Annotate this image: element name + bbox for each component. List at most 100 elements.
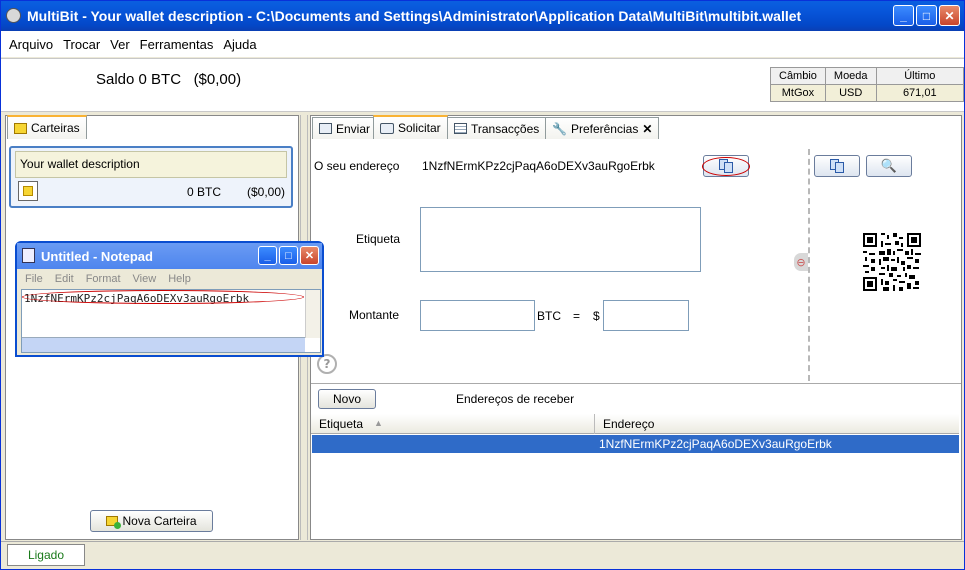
- connection-status: Ligado: [7, 544, 85, 566]
- multibit-app-icon: [6, 8, 21, 23]
- ticker-currency: USD: [824, 84, 877, 102]
- notepad-close-button[interactable]: ✕: [300, 246, 319, 265]
- window-title: MultiBit - Your wallet description - C:\…: [27, 8, 802, 24]
- notepad-text-area[interactable]: 1NzfNErmKPz2cjPaqA6oDEXv3auRgoErbk: [21, 289, 321, 353]
- ticker-header-exchange: Câmbio: [770, 67, 826, 85]
- btc-unit-label: BTC: [537, 309, 561, 323]
- wallet-description[interactable]: Your wallet description: [15, 151, 287, 178]
- column-etiqueta[interactable]: Etiqueta: [319, 417, 363, 431]
- notepad-menu-edit[interactable]: Edit: [55, 273, 74, 285]
- notepad-icon: [22, 248, 35, 263]
- currency-symbol: $: [593, 309, 600, 323]
- new-wallet-button[interactable]: Nova Carteira: [90, 510, 213, 532]
- multibit-window: MultiBit - Your wallet description - C:\…: [0, 0, 965, 570]
- menu-arquivo[interactable]: Arquivo: [9, 37, 53, 52]
- notepad-horizontal-scrollbar[interactable]: [22, 337, 305, 352]
- label-textarea[interactable]: [420, 207, 701, 272]
- menu-bar: Arquivo Trocar Ver Ferramentas Ajuda: [1, 31, 964, 57]
- new-address-label: Novo: [332, 392, 361, 406]
- notepad-vertical-scrollbar[interactable]: [305, 290, 320, 338]
- red-annotation-ellipse: [702, 157, 750, 176]
- new-address-button[interactable]: Novo: [318, 389, 376, 409]
- menu-ver[interactable]: Ver: [110, 37, 130, 52]
- notepad-menu-file[interactable]: File: [25, 273, 43, 285]
- status-bar: Ligado: [1, 541, 964, 569]
- balance-display: Saldo 0 BTC ($0,00): [96, 71, 241, 88]
- tab-transaccoes-label: Transacções: [471, 121, 540, 136]
- equals-sign: =: [573, 309, 581, 323]
- table-row[interactable]: 1NzfNErmKPz2cjPaqA6oDEXv3auRgoErbk: [312, 435, 959, 453]
- menu-trocar[interactable]: Trocar: [63, 37, 100, 52]
- notepad-title: Untitled - Notepad: [41, 248, 153, 264]
- ticker-header-last: Último: [875, 67, 965, 85]
- notepad-window[interactable]: Untitled - Notepad _ □ ✕ File Edit Forma…: [15, 241, 324, 357]
- ticker-exchange: MtGox: [770, 84, 826, 102]
- help-icon[interactable]: ?: [317, 354, 337, 374]
- tab-carteiras-label: Carteiras: [31, 121, 80, 135]
- new-wallet-label: Nova Carteira: [122, 514, 197, 528]
- tab-carteiras[interactable]: Carteiras: [7, 115, 87, 139]
- column-separator[interactable]: [594, 414, 595, 434]
- tab-solicitar-label: Solicitar: [398, 121, 441, 135]
- menu-ajuda[interactable]: Ajuda: [223, 37, 256, 52]
- title-bar[interactable]: MultiBit - Your wallet description - C:\…: [1, 1, 964, 31]
- column-endereco[interactable]: Endereço: [603, 417, 654, 431]
- copy-qr-icon: [830, 159, 844, 173]
- wallets-icon: [14, 122, 27, 134]
- notepad-red-annotation: [22, 290, 304, 304]
- new-wallet-icon: [106, 516, 122, 529]
- maximize-icon: □: [922, 8, 931, 23]
- notepad-minimize-button[interactable]: _: [258, 246, 277, 265]
- minimize-button[interactable]: _: [893, 5, 914, 26]
- request-icon: [380, 122, 394, 134]
- tab-preferencias-label: Preferências: [570, 121, 639, 136]
- notepad-menu-bar: File Edit Format View Help: [17, 269, 322, 288]
- amount-fiat-input[interactable]: [603, 300, 689, 331]
- close-button[interactable]: ✕: [939, 5, 960, 26]
- address-label: O seu endereço: [314, 159, 400, 173]
- qr-code-image: [863, 233, 921, 291]
- tab-transaccoes[interactable]: Transacções: [447, 117, 547, 139]
- notepad-menu-help[interactable]: Help: [168, 273, 191, 285]
- close-tab-icon[interactable]: ✕: [642, 122, 652, 136]
- wallet-balance-fiat: ($0,00): [246, 185, 285, 199]
- tab-preferencias[interactable]: 🔧 Preferências ✕: [545, 117, 660, 139]
- collapse-handle-icon[interactable]: ⊖: [794, 253, 808, 271]
- ticker-header-currency: Moeda: [824, 67, 877, 85]
- zoom-qr-button[interactable]: 🔍: [866, 155, 912, 177]
- magnifier-icon: 🔍: [880, 158, 898, 174]
- balance-btc: Saldo 0 BTC: [96, 71, 182, 88]
- send-icon: [319, 123, 332, 134]
- tab-enviar[interactable]: Enviar: [312, 117, 378, 139]
- ticker-last-price: 671,01: [875, 84, 965, 102]
- receive-addresses-title: Endereços de receber: [456, 392, 575, 406]
- label-field-label: Etiqueta: [356, 232, 401, 246]
- wallet-balance-btc: 0 BTC: [186, 185, 221, 199]
- dashed-separator: [808, 149, 810, 381]
- balance-header: Saldo 0 BTC ($0,00) Câmbio Moeda Último …: [1, 58, 965, 112]
- notepad-menu-view[interactable]: View: [133, 273, 157, 285]
- amount-label: Montante: [349, 308, 400, 322]
- close-icon: ✕: [304, 250, 315, 262]
- notepad-maximize-button[interactable]: □: [279, 246, 298, 265]
- copy-address-button[interactable]: [702, 155, 750, 177]
- menu-ferramentas[interactable]: Ferramentas: [140, 37, 214, 52]
- address-value[interactable]: 1NzfNErmKPz2cjPaqA6oDEXv3auRgoErbk: [422, 159, 655, 173]
- minimize-icon: _: [264, 249, 271, 262]
- addresses-table-header: Etiqueta ▲ Endereço: [311, 414, 959, 434]
- maximize-button[interactable]: □: [916, 5, 937, 26]
- wallet-icon: [18, 181, 38, 201]
- balance-fiat: ($0,00): [193, 71, 242, 88]
- wallet-card[interactable]: Your wallet description 0 BTC ($0,00): [9, 146, 293, 208]
- transactions-icon: [454, 123, 467, 134]
- minimize-icon: _: [900, 8, 907, 23]
- amount-btc-input[interactable]: [420, 300, 535, 331]
- notepad-menu-format[interactable]: Format: [86, 273, 121, 285]
- tab-solicitar[interactable]: Solicitar: [373, 115, 448, 139]
- tab-enviar-label: Enviar: [336, 121, 371, 136]
- copy-qr-button[interactable]: [814, 155, 860, 177]
- notepad-title-bar[interactable]: Untitled - Notepad _ □ ✕: [17, 243, 322, 269]
- sort-ascending-icon: ▲: [374, 418, 383, 428]
- preferences-icon: 🔧: [552, 121, 567, 136]
- section-divider: [311, 383, 961, 384]
